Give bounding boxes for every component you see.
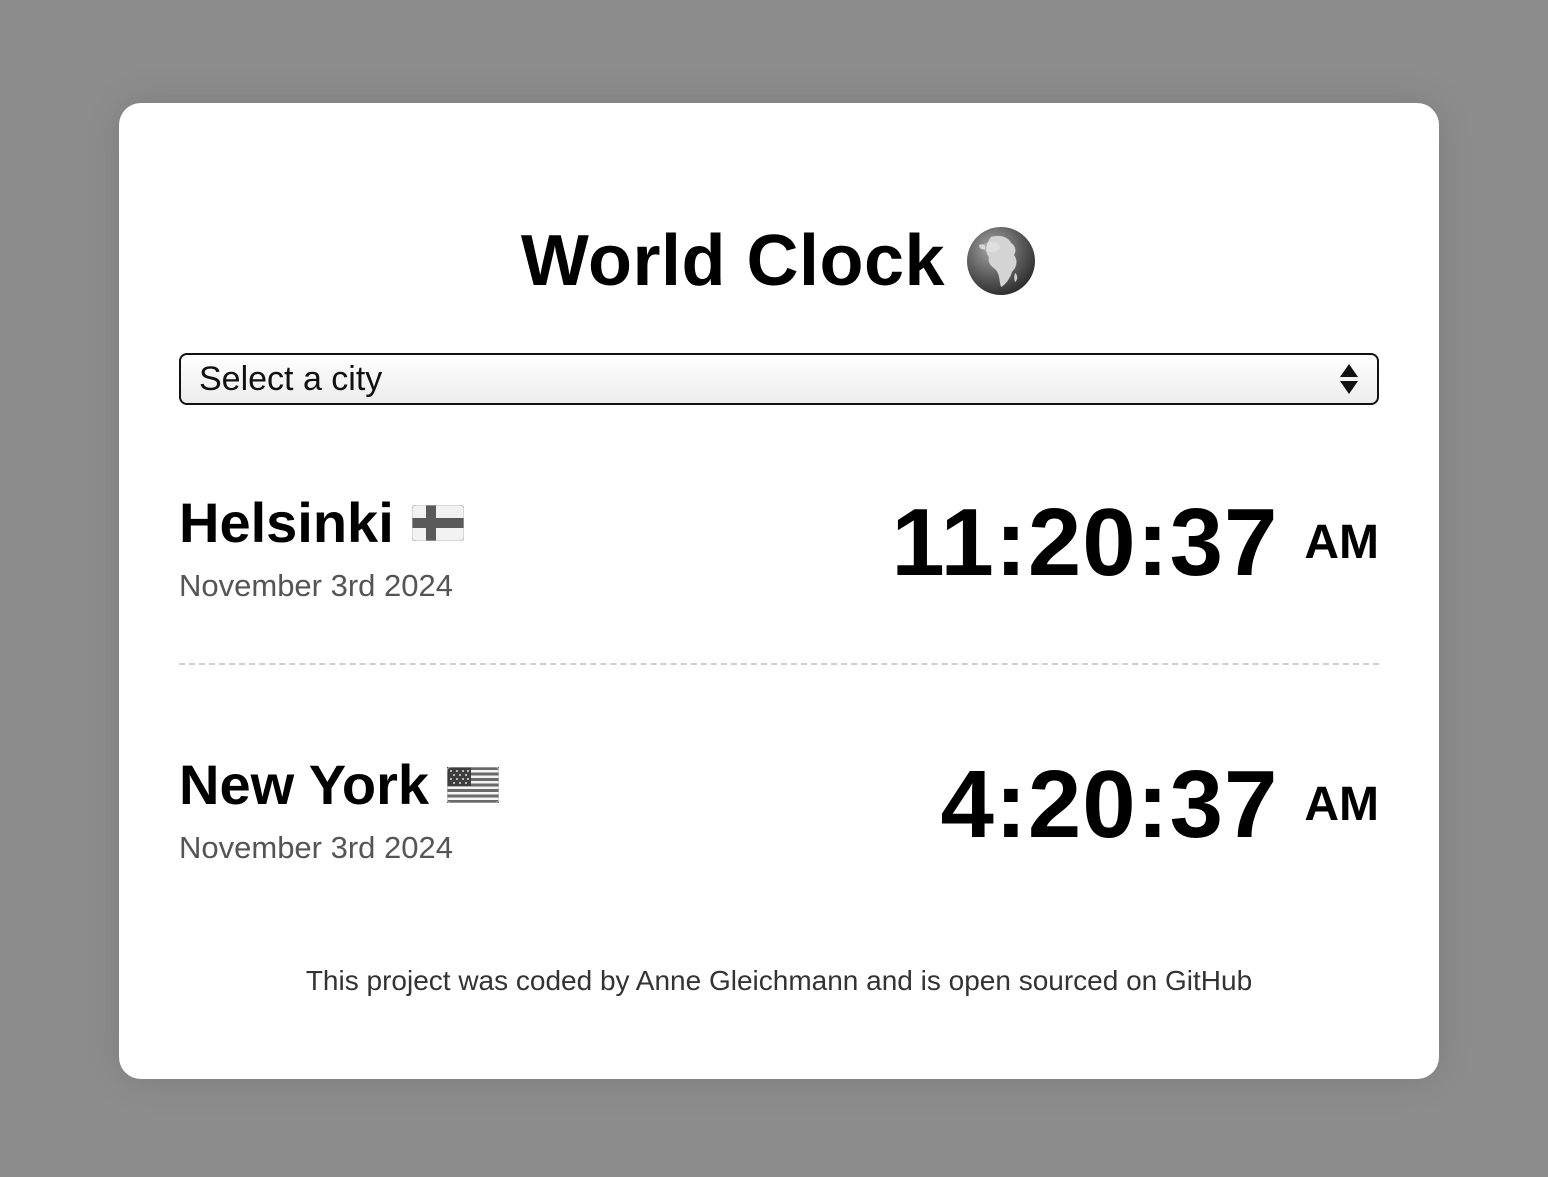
footer-text: and is	[858, 965, 949, 996]
usa-flag-icon	[446, 766, 500, 803]
time-ampm: AM	[1304, 516, 1379, 569]
footer: This project was coded by Anne Gleichman…	[119, 965, 1439, 997]
finland-flag-icon	[411, 504, 465, 541]
github-link[interactable]: open sourced on GitHub	[949, 965, 1253, 996]
city-divider	[179, 663, 1379, 665]
city-time: 11:20:37 AM	[891, 488, 1379, 598]
author-link[interactable]: Anne Gleichmann	[636, 965, 859, 996]
city-select[interactable]: Select a city	[179, 353, 1379, 405]
header: World Clock	[119, 221, 1439, 301]
city-select-value: Select a city	[199, 359, 383, 398]
city-time: 4:20:37 AM	[940, 750, 1379, 860]
chevron-updown-icon	[1339, 361, 1359, 397]
city-date: November 3rd 2024	[179, 568, 453, 603]
city-name: New York	[179, 753, 430, 816]
time-ampm: AM	[1304, 778, 1379, 831]
city-name: Helsinki	[179, 491, 394, 554]
globe-africa-icon	[965, 225, 1037, 297]
city-date: November 3rd 2024	[179, 830, 453, 865]
page-title: World Clock	[520, 221, 946, 301]
world-clock-card: World Clock Select a city Helsinki Novem…	[119, 103, 1439, 1079]
footer-text: This project was coded by	[305, 965, 636, 996]
city-row-new-york: New York November 3rd 2024 4:20:37 AM	[179, 740, 1379, 890]
city-row-helsinki: Helsinki November 3rd 2024 11:20:37 AM	[179, 478, 1379, 628]
city-heading: New York	[179, 752, 500, 817]
time-value: 4:20:37	[940, 751, 1279, 858]
time-value: 11:20:37	[891, 489, 1279, 596]
city-heading: Helsinki	[179, 490, 465, 555]
